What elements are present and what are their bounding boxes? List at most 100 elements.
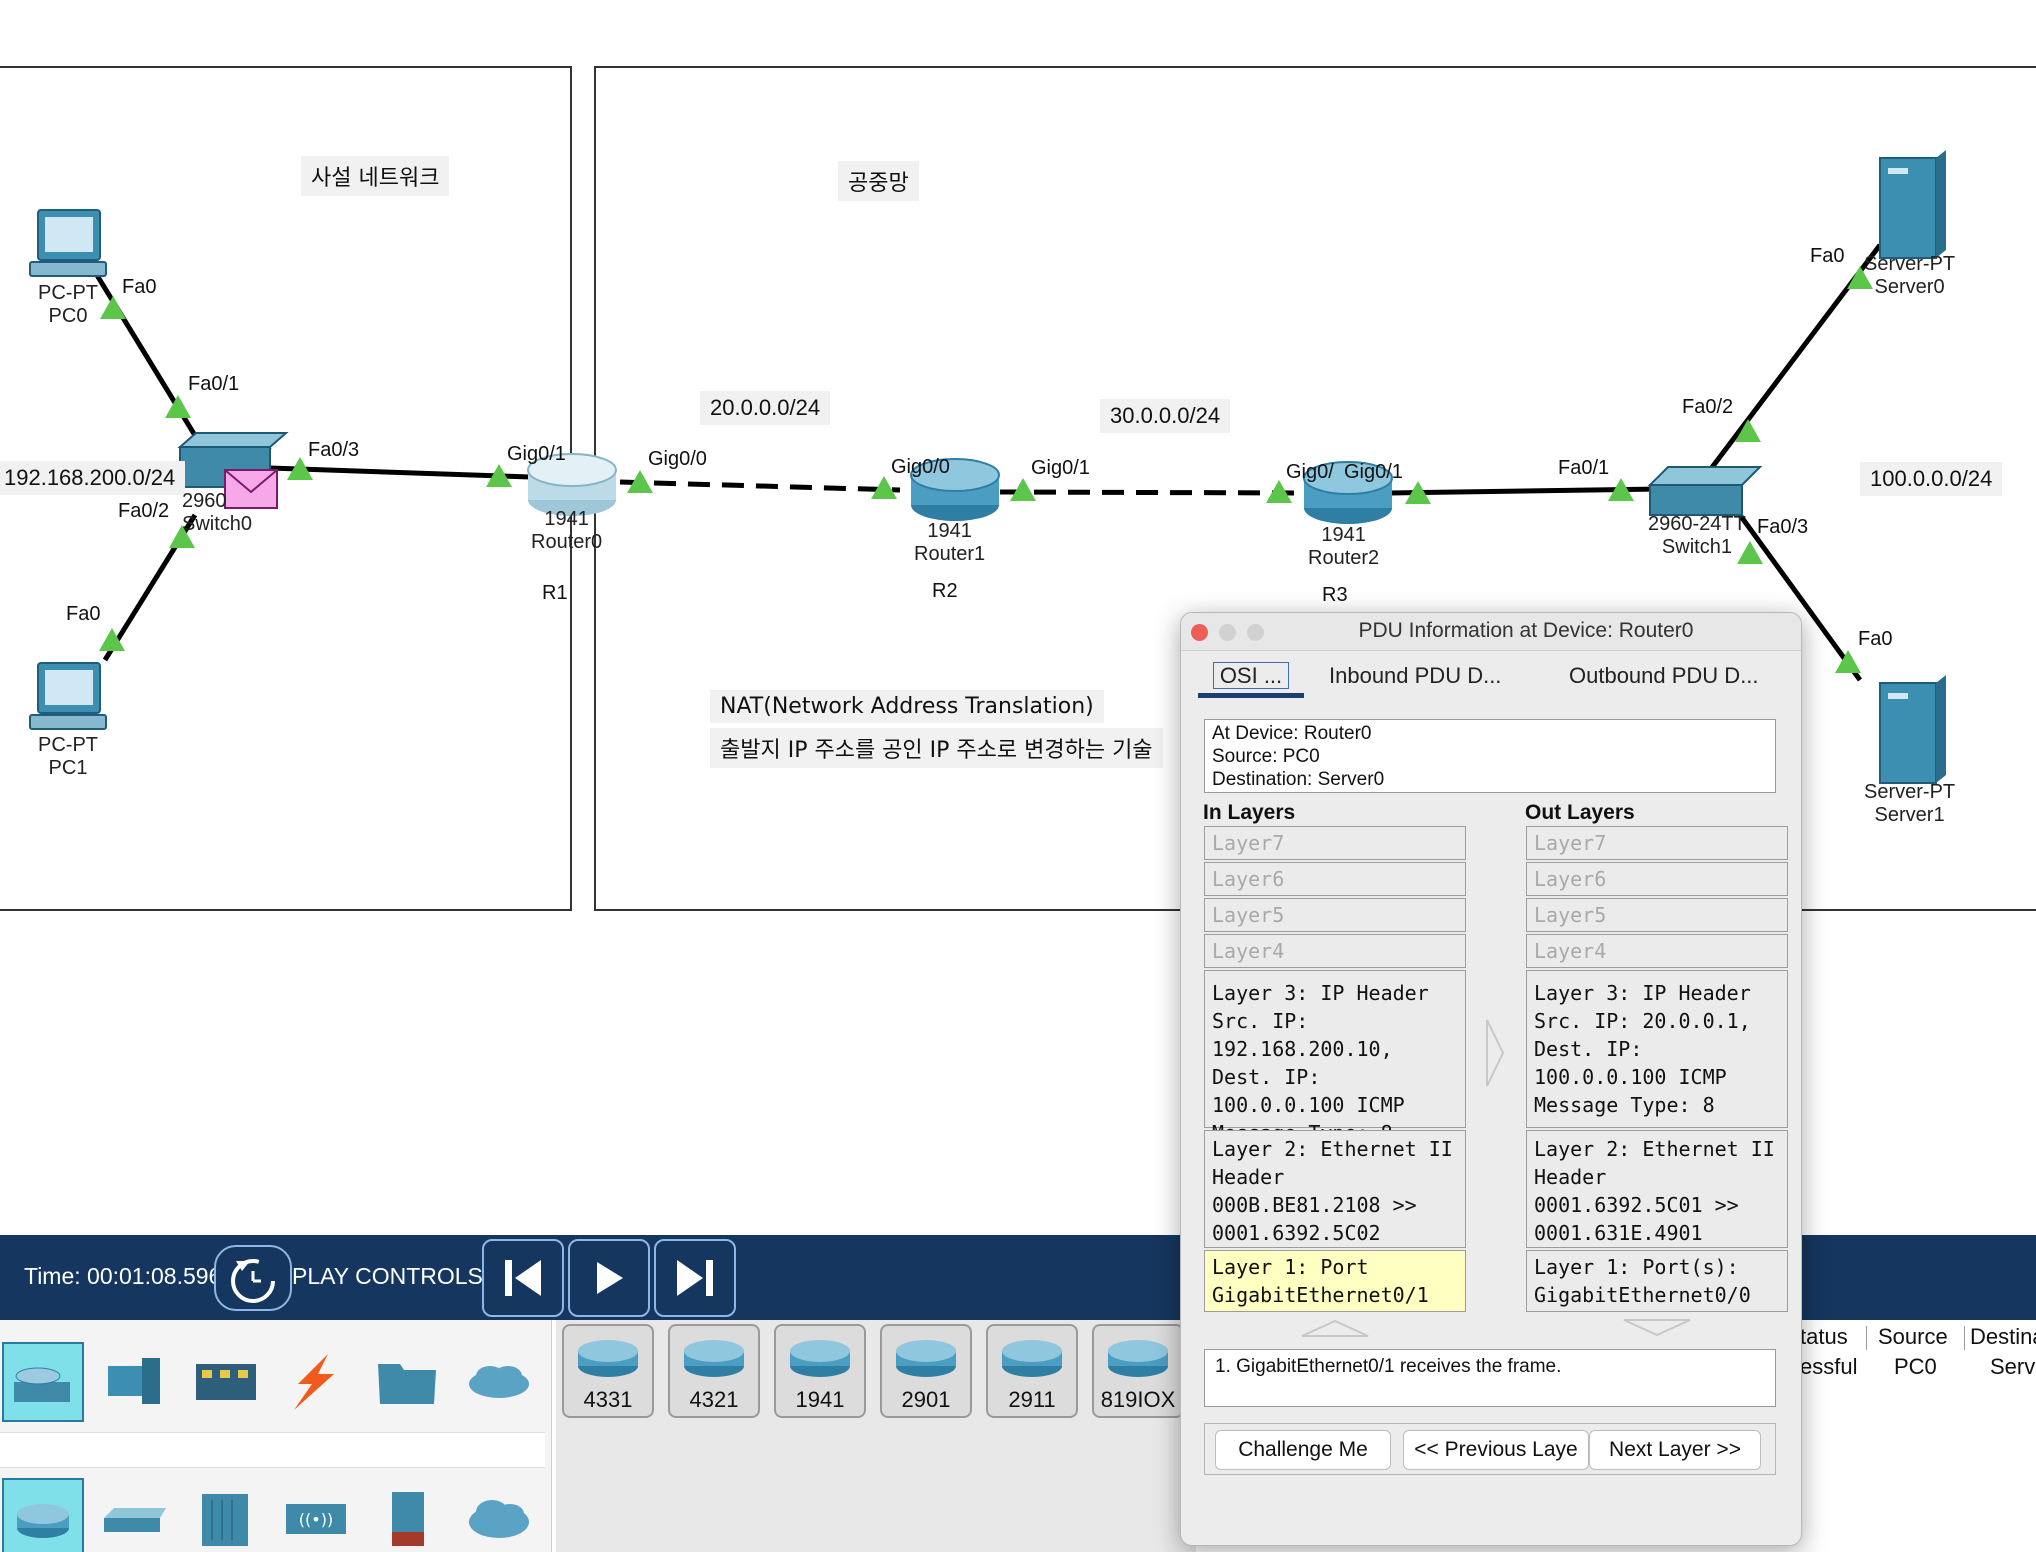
destination-column-header[interactable]: Destina bbox=[1970, 1324, 2036, 1350]
category-miscellaneous[interactable] bbox=[366, 1342, 448, 1422]
device-pc0[interactable]: PC-PT PC0 bbox=[38, 282, 98, 328]
play-controls-label: PLAY CONTROLS: bbox=[292, 1263, 490, 1289]
in-layer-3[interactable]: Layer 3: IP Header Src. IP: 192.168.200.… bbox=[1204, 970, 1466, 1145]
back-button[interactable] bbox=[482, 1239, 564, 1317]
category-multiuser[interactable] bbox=[458, 1342, 540, 1422]
subcategory-hubs[interactable] bbox=[184, 1478, 266, 1552]
reset-simulation-button[interactable] bbox=[214, 1245, 292, 1311]
destination-cell[interactable]: Serv bbox=[1990, 1354, 2035, 1380]
category-end-devices[interactable] bbox=[92, 1342, 174, 1422]
cloud-icon bbox=[469, 1366, 529, 1398]
note-net-100[interactable]: 100.0.0.0/24 bbox=[1860, 462, 2003, 496]
tab-outbound-pdu[interactable]: Outbound PDU D... bbox=[1569, 663, 1759, 689]
model-tile[interactable]: 4321 bbox=[668, 1324, 760, 1418]
server1-icon bbox=[1879, 675, 1946, 784]
play-icon bbox=[597, 1262, 623, 1294]
in-layer-1[interactable]: Layer 1: Port GigabitEthernet0/1 bbox=[1204, 1250, 1466, 1312]
link-router0-router1 bbox=[619, 479, 901, 493]
dialog-titlebar[interactable]: PDU Information at Device: Router0 bbox=[1181, 613, 1801, 651]
model-tile[interactable]: 2901 bbox=[880, 1324, 972, 1418]
device-model-list: 4331 4321 1941 2901 2911 819IOX bbox=[556, 1320, 1196, 1552]
port-label: Gig0/ bbox=[1286, 461, 1334, 483]
in-layer-6[interactable]: Layer6 bbox=[1204, 862, 1466, 896]
note-public-network[interactable]: 공중망 bbox=[838, 161, 919, 201]
network-devices-icon bbox=[14, 1367, 70, 1402]
source-cell[interactable]: PC0 bbox=[1894, 1354, 1937, 1380]
out-layer-7[interactable]: Layer7 bbox=[1526, 826, 1788, 860]
hub-icon bbox=[202, 1494, 248, 1546]
note-nat-title[interactable]: NAT(Network Address Translation) bbox=[710, 690, 1104, 723]
out-layer-1[interactable]: Layer 1: Port(s): GigabitEthernet0/0 bbox=[1526, 1250, 1788, 1312]
status-cell[interactable]: essful bbox=[1800, 1354, 1857, 1380]
port-label: Fa0/2 bbox=[1682, 396, 1734, 418]
folder-icon bbox=[378, 1364, 436, 1404]
model-tile[interactable]: 2911 bbox=[986, 1324, 1078, 1418]
category-network-devices[interactable] bbox=[2, 1342, 84, 1422]
note-net-30[interactable]: 30.0.0.0/24 bbox=[1100, 399, 1231, 433]
status-column-header[interactable]: tatus bbox=[1800, 1324, 1848, 1350]
play-button[interactable] bbox=[568, 1239, 650, 1317]
category-components[interactable] bbox=[184, 1342, 266, 1422]
link-switch0-router0 bbox=[269, 465, 561, 481]
switch-icon bbox=[104, 1508, 166, 1532]
device-switch1[interactable]: 2960-24TT Switch1 bbox=[1648, 513, 1746, 559]
out-layer-2[interactable]: Layer 2: Ethernet II Header 0001.6392.5C… bbox=[1526, 1130, 1788, 1248]
device-router0[interactable]: 1941 Router0 bbox=[531, 508, 602, 554]
tab-inbound-pdu[interactable]: Inbound PDU D... bbox=[1329, 663, 1501, 689]
category-separator bbox=[0, 1432, 545, 1468]
port-label: Gig0/1 bbox=[1031, 457, 1090, 479]
source-column-header[interactable]: Source bbox=[1878, 1324, 1948, 1350]
out-layer-3[interactable]: Layer 3: IP Header Src. IP: 20.0.0.1, De… bbox=[1526, 970, 1788, 1128]
device-pc1[interactable]: PC-PT PC1 bbox=[38, 734, 98, 780]
in-layer-2[interactable]: Layer 2: Ethernet II Header 000B.BE81.21… bbox=[1204, 1130, 1466, 1248]
capture-forward-button[interactable] bbox=[654, 1239, 736, 1317]
port-label: Fa0 bbox=[1858, 628, 1893, 650]
device-router2[interactable]: 1941 Router2 bbox=[1308, 524, 1379, 570]
router-icon bbox=[896, 1340, 956, 1377]
in-layer-7[interactable]: Layer7 bbox=[1204, 826, 1466, 860]
skip-back-icon bbox=[505, 1260, 541, 1296]
model-tile[interactable]: 4331 bbox=[562, 1324, 654, 1418]
challenge-me-button[interactable]: Challenge Me bbox=[1215, 1430, 1391, 1470]
note-net-20[interactable]: 20.0.0.0/24 bbox=[700, 391, 831, 425]
note-private-network[interactable]: 사설 네트워크 bbox=[301, 156, 450, 196]
in-layer-4[interactable]: Layer4 bbox=[1204, 934, 1466, 968]
dialog-button-row: Challenge Me << Previous Laye Next Layer… bbox=[1204, 1423, 1776, 1475]
model-tile[interactable]: 819IOX bbox=[1092, 1324, 1184, 1418]
subcategory-wan-emulation[interactable] bbox=[458, 1478, 540, 1552]
subcategory-switches[interactable] bbox=[92, 1478, 174, 1552]
tab-osi-model[interactable]: OSI ... bbox=[1198, 662, 1304, 689]
subcategory-security[interactable] bbox=[366, 1478, 448, 1552]
device-info-box: At Device: Router0 Source: PC0 Destinati… bbox=[1204, 719, 1776, 793]
out-layers-heading: Out Layers bbox=[1525, 801, 1635, 824]
subcategory-routers[interactable] bbox=[2, 1478, 84, 1552]
destination-text: Destination: Server0 bbox=[1212, 769, 1385, 790]
components-icon bbox=[196, 1364, 256, 1400]
pdu-information-dialog: PDU Information at Device: Router0 OSI .… bbox=[1180, 612, 1802, 1546]
router-icon bbox=[684, 1340, 744, 1377]
device-server0[interactable]: Server-PT Server0 bbox=[1864, 253, 1955, 299]
end-devices-icon bbox=[108, 1358, 160, 1404]
pdu-event-list: tatus Source Destina essful PC0 Serv bbox=[1768, 1320, 2036, 1552]
category-connections[interactable] bbox=[274, 1342, 356, 1422]
device-router1[interactable]: 1941 Router1 bbox=[914, 520, 985, 566]
router-tag-r3: R3 bbox=[1322, 584, 1348, 606]
model-tile[interactable]: 1941 bbox=[774, 1324, 866, 1418]
next-layer-button[interactable]: Next Layer >> bbox=[1589, 1430, 1761, 1470]
in-layer-5[interactable]: Layer5 bbox=[1204, 898, 1466, 932]
note-net-192[interactable]: 192.168.200.0/24 bbox=[0, 461, 186, 495]
wan-cloud-icon bbox=[469, 1500, 529, 1538]
pc0-icon bbox=[29, 209, 107, 277]
device-server1[interactable]: Server-PT Server1 bbox=[1864, 781, 1955, 827]
at-device-text: At Device: Router0 bbox=[1212, 723, 1372, 744]
previous-layer-button[interactable]: << Previous Laye bbox=[1403, 1430, 1589, 1470]
device-switch0[interactable]: 2960 Switch0 bbox=[182, 490, 252, 536]
subcategory-wireless[interactable]: ((•)) bbox=[274, 1478, 356, 1552]
note-nat-desc[interactable]: 출발지 IP 주소를 공인 IP 주소로 변경하는 기술 bbox=[710, 728, 1163, 768]
port-label: Gig0/1 bbox=[507, 443, 566, 465]
port-label: Gig0/0 bbox=[648, 448, 707, 470]
out-layer-6[interactable]: Layer6 bbox=[1526, 862, 1788, 896]
out-layer-4[interactable]: Layer4 bbox=[1526, 934, 1788, 968]
out-layer-5[interactable]: Layer5 bbox=[1526, 898, 1788, 932]
scroll-down-arrow-icon bbox=[1623, 1319, 1691, 1337]
